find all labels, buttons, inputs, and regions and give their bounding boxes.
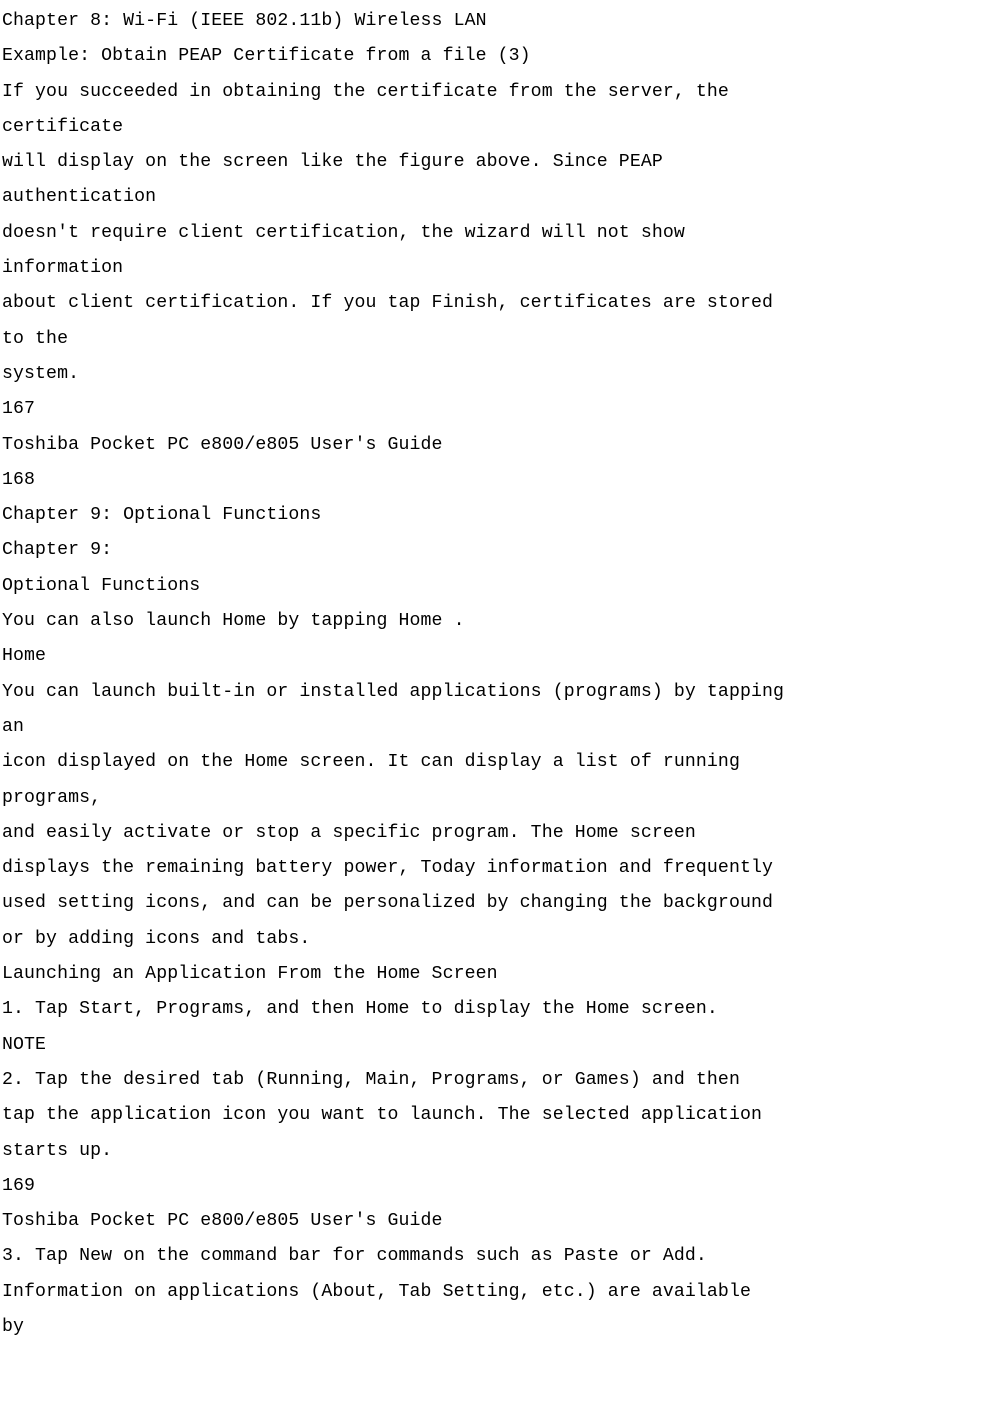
text-line: displays the remaining battery power, To…: [2, 851, 1001, 886]
text-line: or by adding icons and tabs.: [2, 922, 1001, 957]
text-line: 168: [2, 463, 1001, 498]
text-line: 1. Tap Start, Programs, and then Home to…: [2, 992, 1001, 1027]
text-line: and easily activate or stop a specific p…: [2, 816, 1001, 851]
text-line: If you succeeded in obtaining the certif…: [2, 75, 1001, 110]
text-line: an: [2, 710, 1001, 745]
text-line: system.: [2, 357, 1001, 392]
text-line: Toshiba Pocket PC e800/e805 User's Guide: [2, 1204, 1001, 1239]
text-line: 3. Tap New on the command bar for comman…: [2, 1239, 1001, 1274]
text-line: used setting icons, and can be personali…: [2, 886, 1001, 921]
text-line: authentication: [2, 180, 1001, 215]
text-line: Home: [2, 639, 1001, 674]
text-line: 2. Tap the desired tab (Running, Main, P…: [2, 1063, 1001, 1098]
text-line: Chapter 9:: [2, 533, 1001, 568]
text-line: tap the application icon you want to lau…: [2, 1098, 1001, 1133]
text-line: Chapter 9: Optional Functions: [2, 498, 1001, 533]
text-line: Chapter 8: Wi-Fi (IEEE 802.11b) Wireless…: [2, 4, 1001, 39]
text-line: by: [2, 1310, 1001, 1345]
text-line: Launching an Application From the Home S…: [2, 957, 1001, 992]
text-line: NOTE: [2, 1028, 1001, 1063]
text-line: You can also launch Home by tapping Home…: [2, 604, 1001, 639]
text-line: to the: [2, 322, 1001, 357]
text-line: Toshiba Pocket PC e800/e805 User's Guide: [2, 428, 1001, 463]
text-line: Example: Obtain PEAP Certificate from a …: [2, 39, 1001, 74]
text-line: 167: [2, 392, 1001, 427]
text-line: 169: [2, 1169, 1001, 1204]
text-line: will display on the screen like the figu…: [2, 145, 1001, 180]
text-line: You can launch built-in or installed app…: [2, 675, 1001, 710]
text-line: about client certification. If you tap F…: [2, 286, 1001, 321]
text-line: doesn't require client certification, th…: [2, 216, 1001, 251]
text-line: information: [2, 251, 1001, 286]
text-line: Optional Functions: [2, 569, 1001, 604]
text-line: programs,: [2, 781, 1001, 816]
text-line: Information on applications (About, Tab …: [2, 1275, 1001, 1310]
text-line: starts up.: [2, 1134, 1001, 1169]
text-line: certificate: [2, 110, 1001, 145]
text-line: icon displayed on the Home screen. It ca…: [2, 745, 1001, 780]
